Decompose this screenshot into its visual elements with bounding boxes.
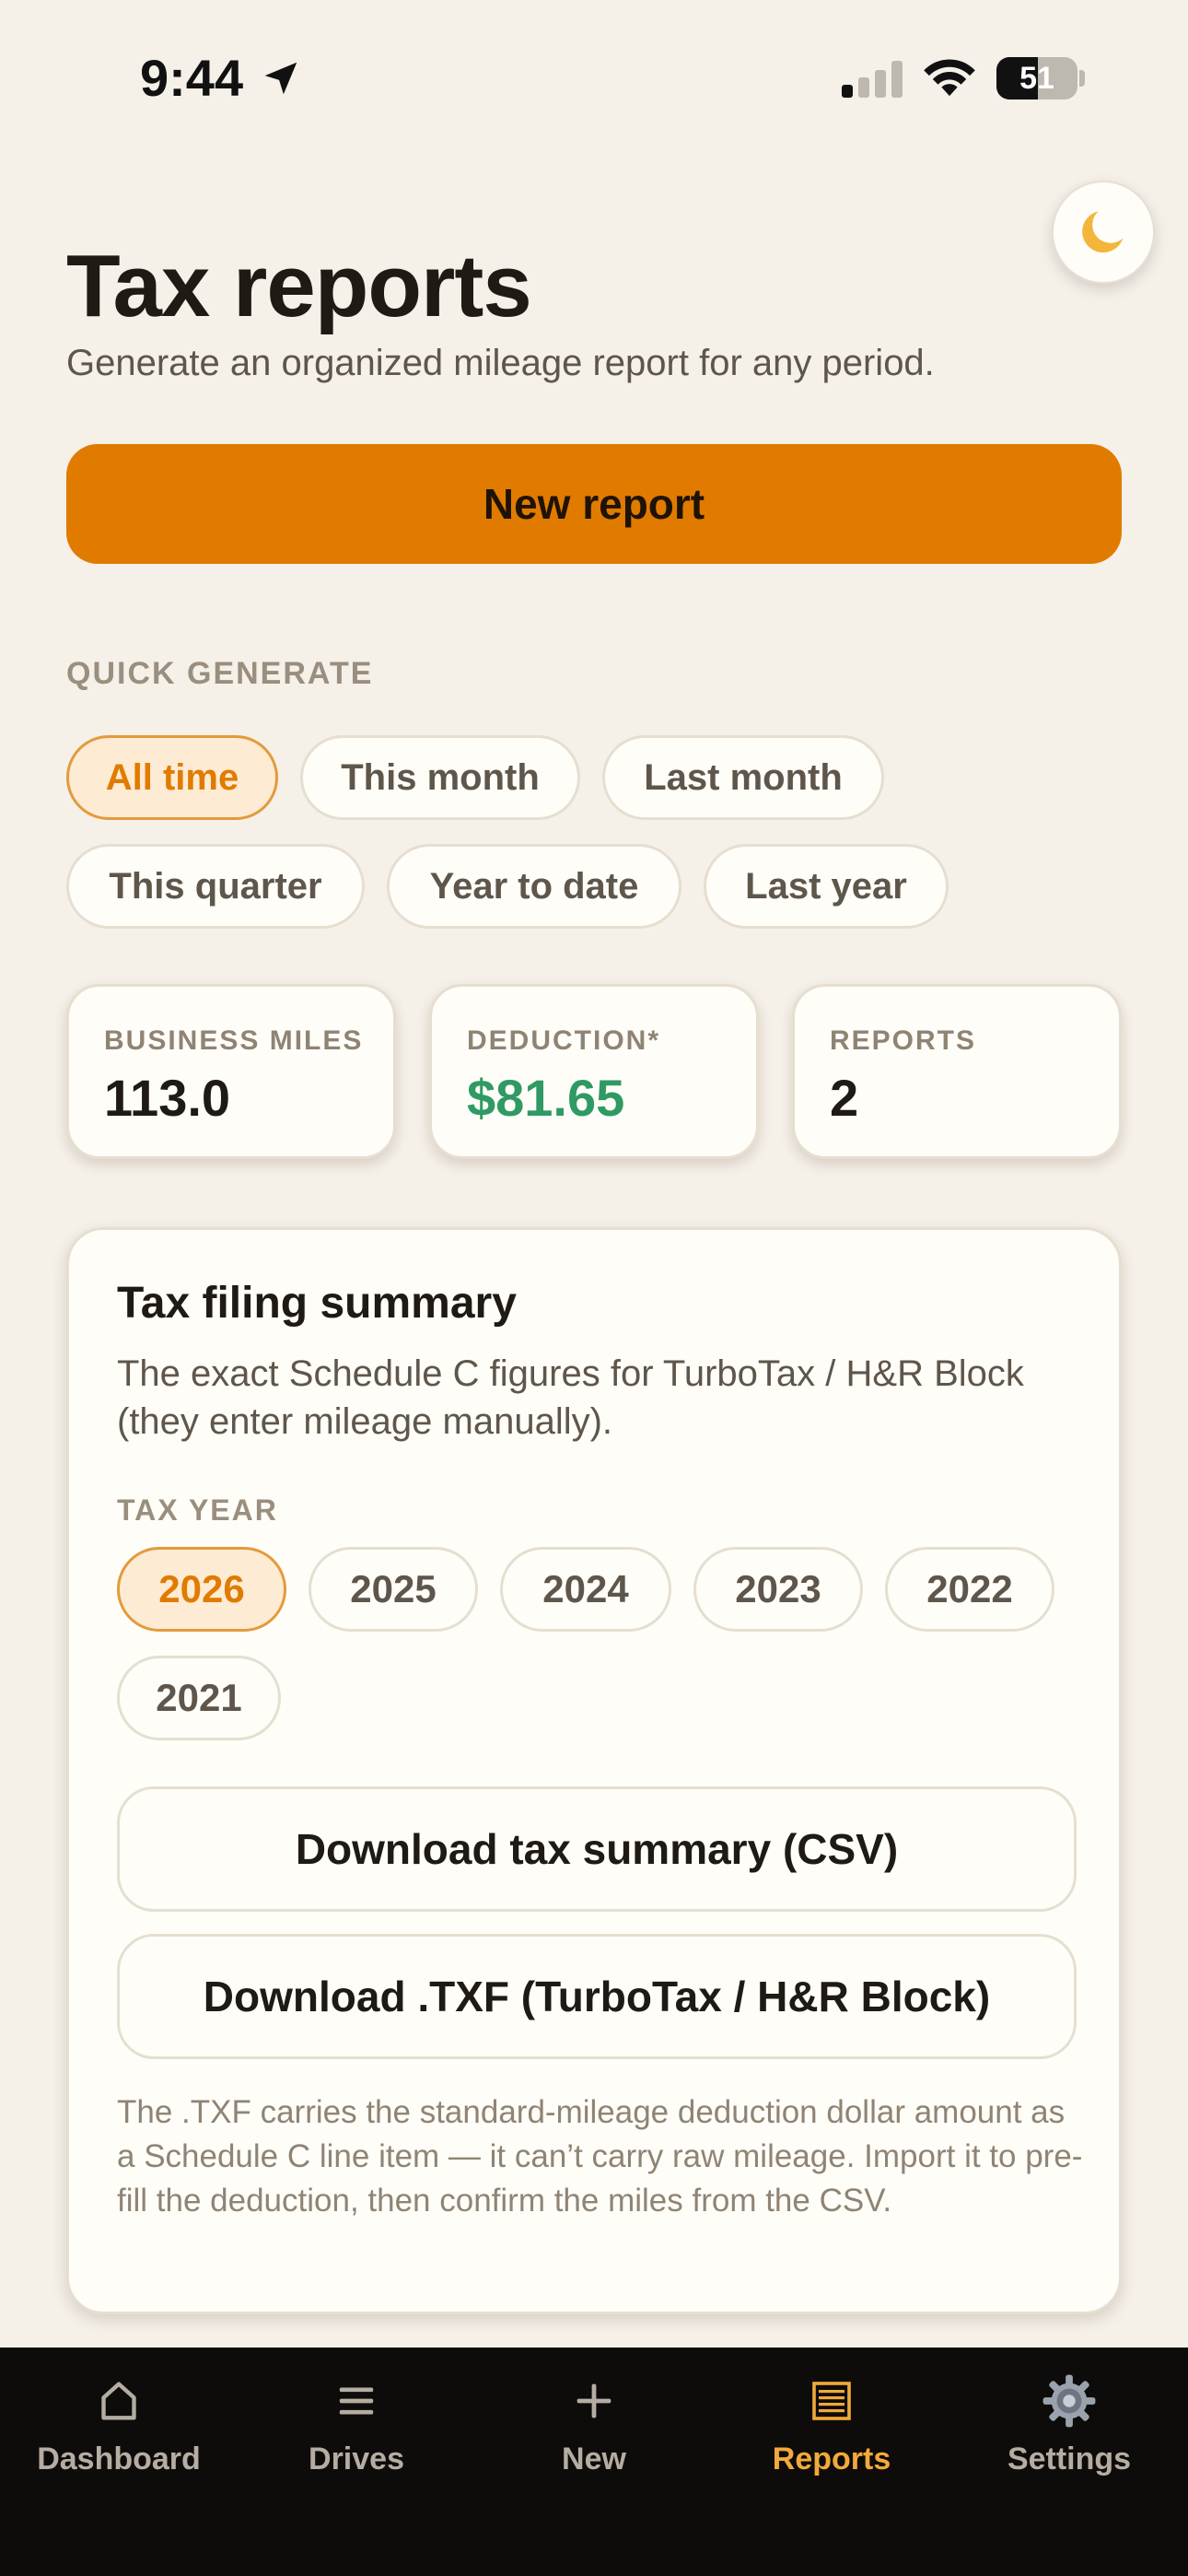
tab-dashboard[interactable]: Dashboard [0, 2348, 238, 2495]
location-arrow-icon [264, 62, 297, 95]
chip-this-month[interactable]: This month [300, 735, 580, 820]
year-chip-2026[interactable]: 2026 [117, 1547, 286, 1632]
moon-icon [1082, 211, 1124, 253]
app-root: 9:44 51 Tax reports Generate an organize… [0, 0, 1188, 2576]
summary-title: Tax filing summary [117, 1279, 517, 1328]
stat-value: 2 [830, 1069, 859, 1127]
tab-reports[interactable]: Reports [713, 2348, 950, 2495]
list-icon [339, 2387, 374, 2415]
year-chip-2023[interactable]: 2023 [693, 1547, 863, 1632]
download-csv-button[interactable]: Download tax summary (CSV) [117, 1786, 1077, 1912]
bottom-tab-bar: Dashboard Drives New Reports Settings [0, 2348, 1188, 2576]
page-title: Tax reports [66, 237, 532, 335]
report-icon [812, 2382, 851, 2420]
download-txf-button[interactable]: Download .TXF (TurboTax / H&R Block) [117, 1934, 1077, 2059]
stat-label: REPORTS [830, 1025, 977, 1056]
tab-label: Drives [309, 2441, 404, 2476]
stat-value: $81.65 [467, 1069, 625, 1127]
stat-card-deduction: DEDUCTION* $81.65 [429, 984, 759, 1159]
stat-card-business-miles: BUSINESS MILES 113.0 [66, 984, 396, 1159]
chip-last-year[interactable]: Last year [704, 844, 949, 929]
battery-percent: 51 [1019, 61, 1054, 96]
tax-filing-summary-card: Tax filing summary The exact Schedule C … [66, 1227, 1122, 2314]
year-chip-2024[interactable]: 2024 [500, 1547, 671, 1632]
chip-last-month[interactable]: Last month [602, 735, 884, 820]
tax-year-label: TAX YEAR [117, 1493, 278, 1527]
tab-label: Reports [772, 2441, 891, 2476]
tab-settings[interactable]: Settings [950, 2348, 1188, 2495]
txf-note: The .TXF carries the standard-mileage de… [117, 2094, 1083, 2219]
chip-all-time[interactable]: All time [66, 735, 278, 820]
home-icon [101, 2382, 136, 2420]
battery-indicator: 51 [996, 57, 1085, 100]
stat-card-reports: REPORTS 2 [792, 984, 1122, 1159]
tab-new[interactable]: New [475, 2348, 713, 2495]
year-chip-2021[interactable]: 2021 [117, 1656, 281, 1740]
wifi-icon [924, 59, 975, 97]
stat-label: DEDUCTION* [467, 1025, 661, 1056]
theme-toggle-button[interactable] [1052, 181, 1155, 284]
stat-value: 113.0 [104, 1069, 231, 1127]
gear-icon [1042, 2374, 1096, 2428]
tab-drives[interactable]: Drives [238, 2348, 475, 2495]
plus-icon [577, 2383, 611, 2418]
tab-label: Dashboard [37, 2441, 201, 2476]
tab-label: New [562, 2441, 626, 2476]
status-bar: 9:44 51 [0, 0, 1188, 157]
status-time: 9:44 [140, 49, 244, 107]
year-chip-2025[interactable]: 2025 [309, 1547, 478, 1632]
battery-body: 51 [996, 57, 1077, 100]
new-report-button[interactable]: New report [66, 444, 1122, 564]
summary-description: The exact Schedule C figures for TurboTa… [117, 1353, 1024, 1442]
stat-label: BUSINESS MILES [104, 1025, 364, 1056]
chip-year-to-date[interactable]: Year to date [387, 844, 681, 929]
chip-this-quarter[interactable]: This quarter [66, 844, 365, 929]
tab-label: Settings [1007, 2441, 1132, 2476]
year-chip-2022[interactable]: 2022 [885, 1547, 1054, 1632]
quick-generate-label: QUICK GENERATE [66, 656, 374, 691]
battery-tip [1079, 70, 1085, 87]
cellular-signal-icon [842, 61, 903, 98]
page-subtitle: Generate an organized mileage report for… [66, 343, 935, 383]
